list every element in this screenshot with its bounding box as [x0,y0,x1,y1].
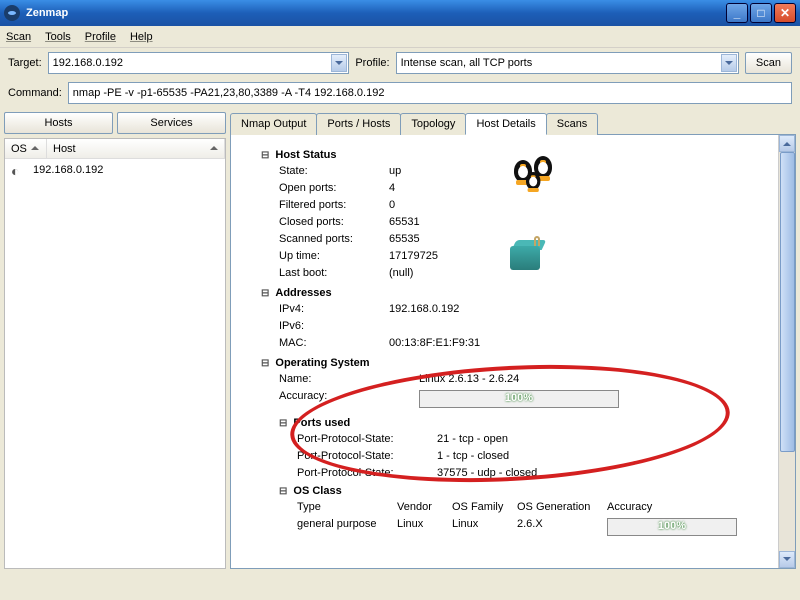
close-button[interactable]: ✕ [774,3,796,23]
section-operating-system[interactable]: Operating System [261,357,787,369]
section-os-class[interactable]: OS Class [279,485,787,497]
uptime-label: Up time: [279,250,389,262]
pps-value: 21 - tcp - open [437,433,787,445]
scan-button[interactable]: Scan [745,52,792,74]
tab-ports-hosts[interactable]: Ports / Hosts [316,113,401,135]
scrollbar[interactable] [778,135,795,568]
pps-label: Port-Protocol-State: [297,450,437,462]
maximize-button[interactable]: □ [750,3,772,23]
ipv4-value: 192.168.0.192 [389,303,787,315]
uptime-value: 17179725 [389,250,787,262]
osc-gen-header: OS Generation [517,501,607,513]
profile-label: Profile: [355,57,389,69]
closed-ports-label: Closed ports: [279,216,389,228]
section-ports-used[interactable]: Ports used [279,417,787,429]
command-value: nmap -PE -v -p1-65535 -PA21,23,80,3389 -… [73,87,385,99]
sort-arrow-icon [210,142,218,155]
pps-value: 1 - tcp - closed [437,450,787,462]
mac-label: MAC: [279,337,389,349]
app-icon [4,5,20,21]
ipv6-value [389,320,787,332]
os-name-label: Name: [279,373,419,385]
osc-accuracy-bar: 100% [607,518,737,536]
state-value: up [389,165,787,177]
osc-acc-header: Accuracy [607,501,787,513]
minimize-button[interactable]: _ [726,3,748,23]
host-table: OS Host 192.168.0.192 [4,138,226,569]
open-ports-label: Open ports: [279,182,389,194]
table-row[interactable]: 192.168.0.192 [5,159,225,181]
lastboot-value: (null) [389,267,787,279]
pps-label: Port-Protocol-State: [297,433,437,445]
osc-family-header: OS Family [452,501,517,513]
profile-value: Intense scan, all TCP ports [401,57,533,69]
filtered-ports-value: 0 [389,199,787,211]
osc-vendor-header: Vendor [397,501,452,513]
col-host[interactable]: Host [47,139,225,158]
window-title: Zenmap [26,7,726,19]
chevron-down-icon[interactable] [721,54,737,72]
chevron-down-icon[interactable] [331,54,347,72]
scanned-ports-value: 65535 [389,233,787,245]
tabs: Nmap Output Ports / Hosts Topology Host … [230,112,796,135]
os-name-value: Linux 2.6.13 - 2.6.24 [419,373,787,385]
titlebar: Zenmap _ □ ✕ [0,0,800,26]
osc-family: Linux [452,518,517,539]
box-icon [510,240,552,272]
tab-scans[interactable]: Scans [546,113,599,135]
open-ports-value: 4 [389,182,787,194]
target-combo[interactable]: 192.168.0.192 [48,52,350,74]
scroll-thumb[interactable] [780,152,795,452]
tab-host-details[interactable]: Host Details [465,113,546,135]
command-input[interactable]: nmap -PE -v -p1-65535 -PA21,23,80,3389 -… [68,82,792,104]
osc-type-header: Type [297,501,397,513]
col-os[interactable]: OS [5,139,47,158]
command-label: Command: [8,87,62,99]
menu-tools[interactable]: Tools [45,31,71,43]
ipv4-label: IPv4: [279,303,389,315]
services-button[interactable]: Services [117,112,226,134]
filtered-ports-label: Filtered ports: [279,199,389,211]
penguin-icon [510,148,566,204]
osc-gen: 2.6.X [517,518,607,539]
section-addresses[interactable]: Addresses [261,287,787,299]
closed-ports-value: 65531 [389,216,787,228]
os-icon [11,163,27,177]
accuracy-label: Accuracy: [279,390,419,411]
lastboot-label: Last boot: [279,267,389,279]
mac-value: 00:13:8F:E1:F9:31 [389,337,787,349]
hosts-button[interactable]: Hosts [4,112,113,134]
menu-help[interactable]: Help [130,31,153,43]
tab-nmap-output[interactable]: Nmap Output [230,113,317,135]
pps-label: Port-Protocol-State: [297,467,437,479]
accuracy-bar: 100% [419,390,619,408]
menu-scan[interactable]: Scan [6,31,31,43]
osc-vendor: Linux [397,518,452,539]
sort-arrow-icon [31,142,39,155]
pps-value: 37575 - udp - closed [437,467,787,479]
profile-combo[interactable]: Intense scan, all TCP ports [396,52,739,74]
host-cell: 192.168.0.192 [33,164,103,176]
state-label: State: [279,165,389,177]
menu-profile[interactable]: Profile [85,31,116,43]
scanned-ports-label: Scanned ports: [279,233,389,245]
scroll-down-icon[interactable] [779,551,795,568]
target-value: 192.168.0.192 [53,57,123,69]
ipv6-label: IPv6: [279,320,389,332]
tab-topology[interactable]: Topology [400,113,466,135]
osc-type: general purpose [297,518,397,539]
scroll-up-icon[interactable] [779,135,795,152]
target-label: Target: [8,57,42,69]
menubar: Scan Tools Profile Help [0,26,800,48]
